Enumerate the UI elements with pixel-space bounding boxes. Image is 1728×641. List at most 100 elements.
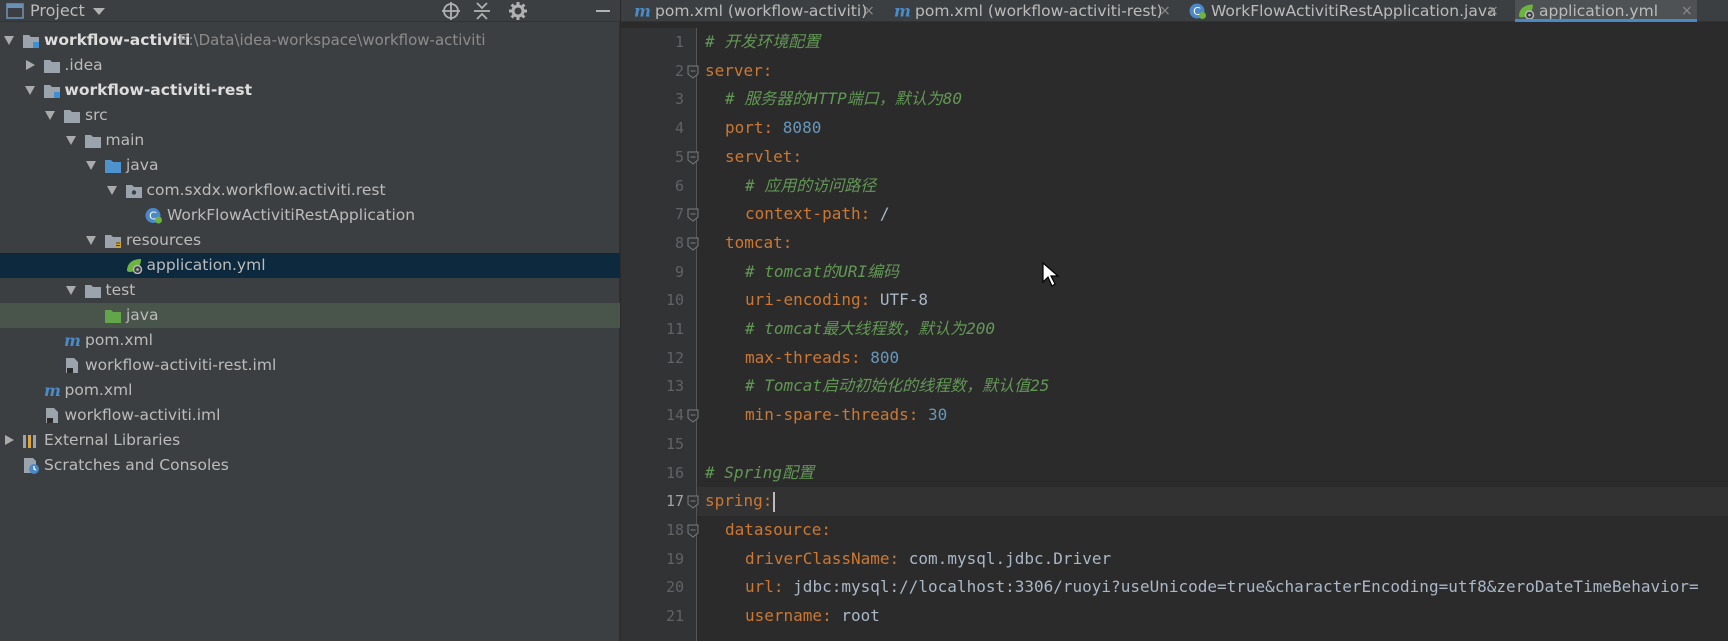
tree-item[interactable]: workflow-activiti.iml xyxy=(0,403,620,428)
tree-item[interactable]: workflow-activiti-rest.iml xyxy=(0,353,620,378)
tree-item[interactable]: C WorkFlowActivitiRestApplication xyxy=(0,203,620,228)
code-line[interactable]: # 应用的访问路径 xyxy=(745,172,876,201)
tree-item-label: pom.xml xyxy=(85,331,153,349)
code-line[interactable]: context-path: / xyxy=(745,200,890,229)
code-line[interactable]: uri-encoding: UTF-8 xyxy=(745,286,928,315)
tree-item[interactable]: workflow-activiti E:\Data\idea-workspace\… xyxy=(0,28,620,53)
code-editor[interactable]: # 开发环境配置 server: # 服务器的HTTP端口，默认为80 port: 8… xyxy=(697,28,1728,641)
project-panel-title[interactable]: Project xyxy=(30,0,85,22)
chevron-down-icon[interactable] xyxy=(4,36,14,45)
code-line[interactable]: servlet: xyxy=(725,143,802,172)
code-line[interactable]: datasource: xyxy=(725,516,831,545)
line-number: 18 xyxy=(665,520,684,539)
fold-marker-icon[interactable] xyxy=(687,208,699,222)
code-line[interactable]: tomcat: xyxy=(725,229,792,258)
chevron-down-icon[interactable] xyxy=(65,286,76,295)
editor-tab[interactable]: m pom.xml (workflow-activiti) × xyxy=(631,0,879,22)
code-token: : xyxy=(773,577,794,597)
chevron-down-icon[interactable] xyxy=(106,186,117,195)
tree-item[interactable]: application.yml xyxy=(0,253,620,278)
code-token: com xyxy=(908,548,938,568)
fold-marker-icon[interactable] xyxy=(687,65,699,79)
tree-item[interactable]: src xyxy=(0,103,620,128)
chevron-down-icon[interactable] xyxy=(93,8,105,15)
code-line[interactable]: spring: xyxy=(705,487,776,516)
code-token: Driver xyxy=(1053,548,1112,568)
tree-item-label: WorkFlowActivitiRestApplication xyxy=(167,206,416,224)
code-token: : xyxy=(908,405,929,425)
fold-marker-icon[interactable] xyxy=(687,151,699,165)
spring-yml-icon xyxy=(126,259,142,274)
tree-item[interactable]: External Libraries xyxy=(0,428,620,453)
project-panel: Project workflow-activiti E:\Data\idea-wo… xyxy=(0,0,620,641)
code-line[interactable]: username: root xyxy=(745,602,880,631)
code-line[interactable]: server: xyxy=(705,57,772,86)
code-line[interactable]: # Spring配置 xyxy=(705,459,814,488)
maven-icon: m xyxy=(634,2,651,20)
minimize-icon[interactable] xyxy=(593,1,613,21)
chevron-down-icon[interactable] xyxy=(45,111,55,120)
chevron-down-icon[interactable] xyxy=(86,236,96,245)
chevron-down-icon[interactable] xyxy=(65,136,76,145)
code-line[interactable]: # tomcat的URI编码 xyxy=(745,258,899,287)
code-token: driverClassName xyxy=(745,548,890,568)
locate-icon[interactable] xyxy=(441,1,461,21)
fold-marker-icon[interactable] xyxy=(687,237,699,251)
line-number: 3 xyxy=(674,90,684,109)
fold-marker-icon[interactable] xyxy=(687,409,699,423)
code-line[interactable]: # Tomcat启动初始化的线程数，默认值25 xyxy=(745,372,1049,401)
editor-tab[interactable]: m pom.xml (workflow-activiti-rest) × xyxy=(891,0,1175,22)
tree-item[interactable]: java xyxy=(0,303,620,328)
line-number: 10 xyxy=(665,291,684,310)
code-token: # 服务器的HTTP端口，默认为80 xyxy=(725,89,963,109)
line-number: 13 xyxy=(665,377,684,396)
line-number: 8 xyxy=(674,233,684,252)
code-line[interactable]: # 开发环境配置 xyxy=(705,28,820,57)
code-token: mysql xyxy=(947,548,996,568)
module-folder-icon xyxy=(23,35,39,48)
chevron-right-icon[interactable] xyxy=(5,435,14,445)
code-token: root xyxy=(841,606,880,625)
editor-tab[interactable]: C WorkFlowActivitiRestApplication.java × xyxy=(1187,0,1503,22)
line-number: 6 xyxy=(674,176,684,195)
folder-icon xyxy=(64,110,80,123)
code-token: : xyxy=(792,146,803,166)
tree-item[interactable]: m pom.xml xyxy=(0,378,620,403)
tree-item[interactable]: Scratches and Consoles xyxy=(0,453,620,478)
tree-item[interactable]: java xyxy=(0,153,620,178)
tree-item[interactable]: com.sxdx.workflow.activiti.rest xyxy=(0,178,620,203)
collapse-all-icon[interactable] xyxy=(472,1,492,21)
tree-item-label: workflow-activiti xyxy=(44,31,191,49)
code-line[interactable]: # tomcat最大线程数，默认为200 xyxy=(745,315,995,344)
editor-tab[interactable]: application.yml × xyxy=(1515,0,1697,22)
code-token: username xyxy=(745,606,823,625)
code-token: . xyxy=(1043,548,1054,568)
code-line[interactable]: driverClassName: com.mysql.jdbc.Driver xyxy=(745,545,1111,574)
chevron-right-icon[interactable] xyxy=(25,60,35,70)
tree-item[interactable]: workflow-activiti-rest xyxy=(0,78,620,103)
code-token: 30 xyxy=(928,405,948,425)
code-line[interactable]: max-threads: 800 xyxy=(745,344,899,373)
code-line[interactable]: min-spare-threads: 30 xyxy=(745,401,947,430)
code-token: datasource xyxy=(725,519,822,539)
chevron-down-icon[interactable] xyxy=(86,161,96,170)
fold-marker-icon[interactable] xyxy=(687,524,699,538)
code-line[interactable]: url: jdbc:mysql://localhost:3306/ruoyi?u… xyxy=(745,573,1699,602)
code-token: : xyxy=(762,60,773,80)
project-view-icon[interactable] xyxy=(6,3,24,19)
tree-item[interactable]: main xyxy=(0,128,620,153)
tree-item[interactable]: .idea xyxy=(0,53,620,78)
close-icon[interactable]: × xyxy=(1159,0,1171,22)
close-icon[interactable]: × xyxy=(1487,0,1499,22)
editor-tab-label: pom.xml (workflow-activiti) xyxy=(655,2,868,20)
gear-icon[interactable] xyxy=(508,1,528,21)
code-line[interactable]: # 服务器的HTTP端口，默认为80 xyxy=(725,85,962,114)
tree-item[interactable]: test xyxy=(0,278,620,303)
code-line[interactable]: port: 8080 xyxy=(725,114,821,143)
tree-item-label: pom.xml xyxy=(64,381,133,399)
chevron-down-icon[interactable] xyxy=(24,86,35,95)
tree-item[interactable]: m pom.xml xyxy=(0,328,620,353)
tree-item[interactable]: resources xyxy=(0,228,620,253)
close-icon[interactable]: × xyxy=(863,0,875,22)
fold-marker-icon[interactable] xyxy=(687,495,699,509)
